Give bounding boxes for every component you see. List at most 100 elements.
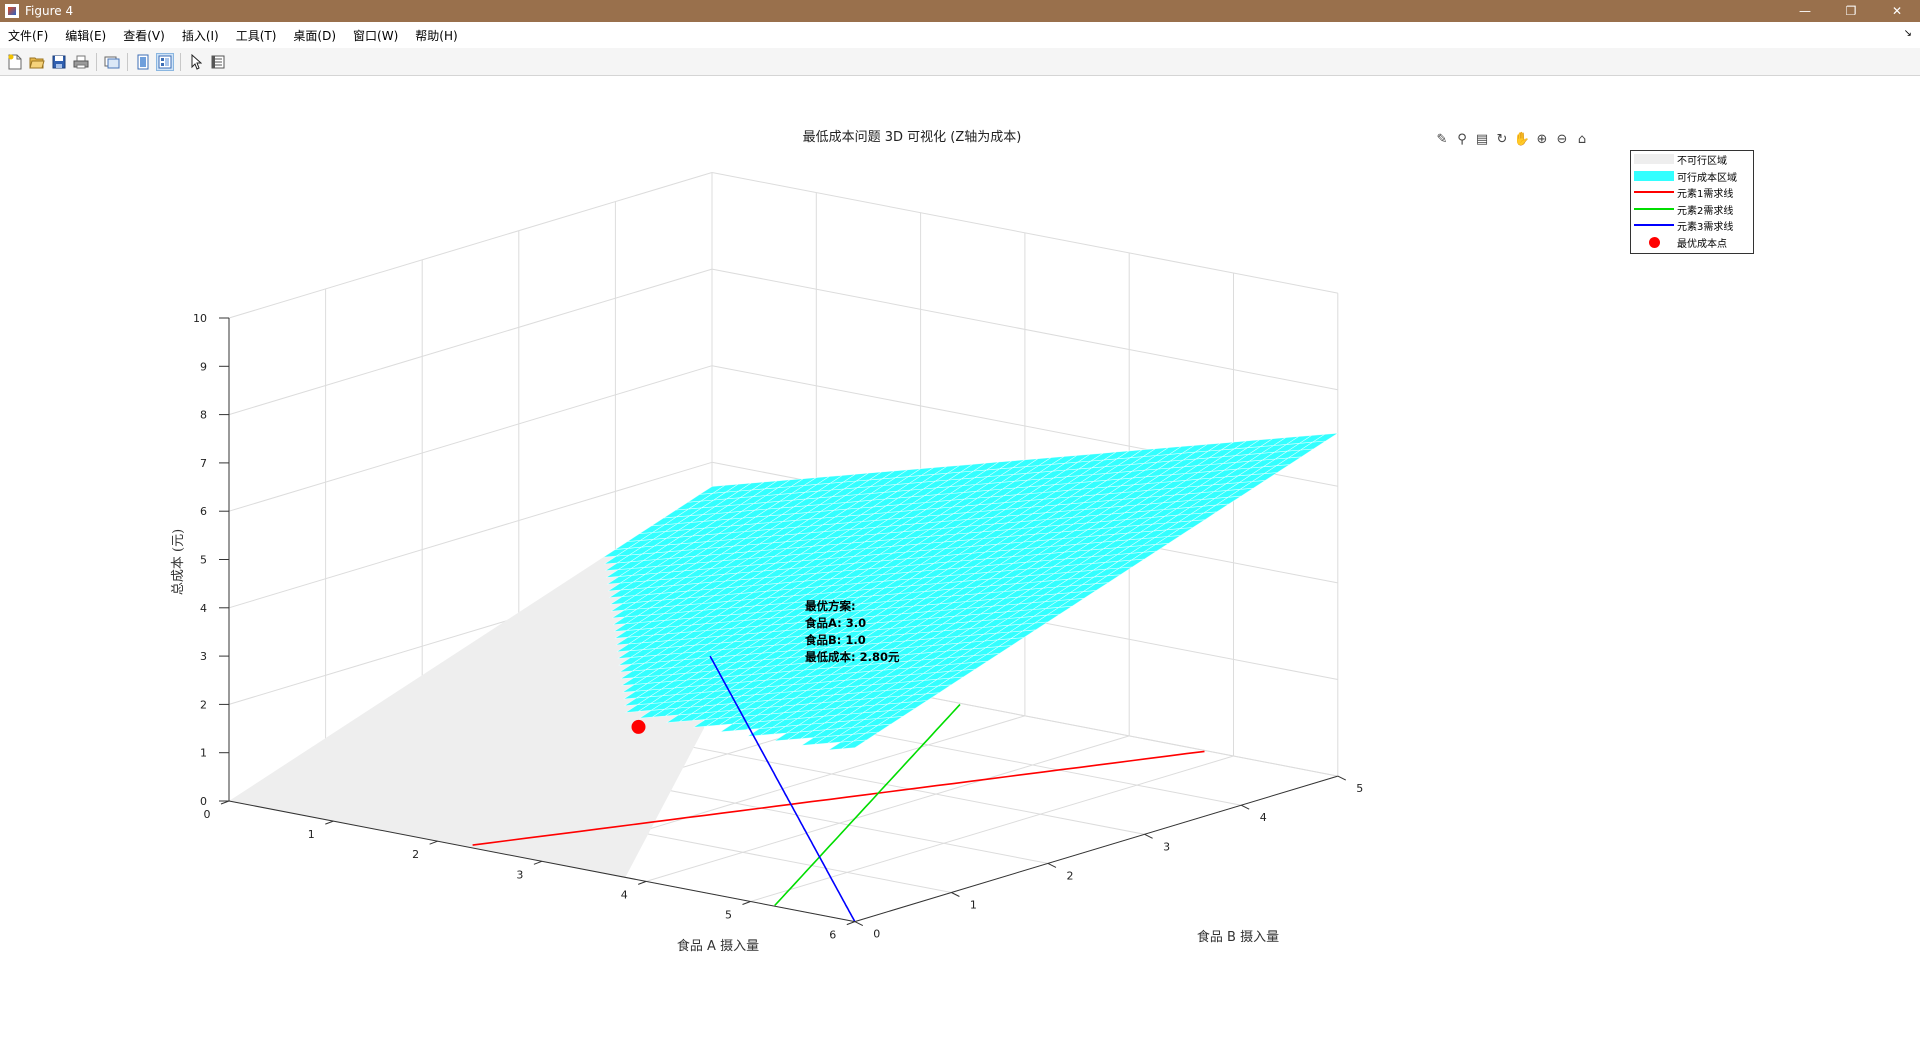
home-icon[interactable]: ⌂ [1572,131,1592,147]
wall-grid-line [228,365,713,512]
legend[interactable]: 不可行区域 可行成本区域 元素1需求线 元素2需求线 元素3需求线 最优成本点 [1630,150,1754,254]
x-tick-label: 3 [516,868,523,881]
dock-arrow-icon[interactable]: ↘ [1904,28,1912,39]
legend-swatch-optimum [1634,235,1674,249]
figure-toolbar [0,48,1920,76]
legend-label: 元素3需求线 [1677,221,1734,233]
x-tick [846,921,855,926]
feasible-surface [603,432,1338,751]
annotation-line: 食品B: 1.0 [805,633,866,647]
show-plot-tools-icon[interactable] [156,52,174,71]
minimize-button[interactable]: — [1782,0,1828,22]
x-tick [742,901,751,905]
y-tick-label: 0 [873,928,880,941]
zoom-in-icon[interactable]: ⊕ [1532,131,1552,147]
annotation-line: 最低成本: 2.80元 [805,650,900,664]
y-tick [1047,862,1057,868]
y-axis-label: 食品 B 摄入量 [1197,929,1279,945]
legend-item: 元素2需求线 [1631,202,1734,217]
y-tick-label: 4 [1260,811,1267,824]
menu-window[interactable]: 窗口(W) [345,27,407,44]
y-tick-label: 5 [1356,782,1363,795]
y-tick [854,921,864,927]
brush-icon[interactable]: ⚲ [1452,131,1472,147]
wall-grid-line [228,172,713,319]
rotate-3d-icon[interactable]: ↻ [1492,131,1512,147]
menu-edit[interactable]: 编辑(E) [57,27,115,44]
legend-item: 可行成本区域 [1631,169,1737,184]
matlab-figure-icon [5,4,19,18]
property-inspector-icon[interactable] [209,53,227,71]
z-tick-label: 7 [200,457,207,470]
legend-swatch-line1 [1634,185,1674,199]
z-tick-label: 5 [200,554,207,567]
toolbar-separator [96,52,97,71]
z-tick-label: 8 [200,409,207,422]
z-axis-label: 总成本 (元) [171,529,186,595]
chart-title: 最低成本问题 3D 可视化 (Z轴为成本) [803,130,1022,145]
y-tick-label: 2 [1067,869,1074,882]
window-title: Figure 4 [25,4,74,18]
export-icon[interactable]: ✎ [1432,131,1452,147]
close-button[interactable]: ✕ [1874,0,1920,22]
legend-item: 元素3需求线 [1631,218,1734,233]
x-tick [429,840,438,845]
y-tick [1337,775,1347,781]
legend-label: 不可行区域 [1677,155,1727,167]
menu-file[interactable]: 文件(F) [0,27,57,44]
legend-item: 最优成本点 [1631,235,1727,250]
menu-bar: 文件(F) 编辑(E) 查看(V) 插入(I) 工具(T) 桌面(D) 窗口(W… [0,22,1920,48]
axes-toolbar: ✎ ⚲ ▤ ↻ ✋ ⊕ ⊖ ⌂ [1432,131,1592,147]
x-axis-label: 食品 A 摄入量 [677,938,759,954]
edit-plot-icon[interactable] [187,53,205,71]
menu-help[interactable]: 帮助(H) [407,27,466,44]
data-tips-icon[interactable]: ▤ [1472,131,1492,147]
z-tick-label: 2 [200,698,207,711]
z-tick-label: 1 [200,747,207,760]
print-icon[interactable] [72,53,90,71]
menu-desktop[interactable]: 桌面(D) [285,27,345,44]
y-tick [951,892,960,897]
link-plot-icon[interactable] [103,53,121,71]
x-tick-label: 6 [829,929,836,942]
open-file-icon[interactable] [28,53,46,71]
zoom-out-icon[interactable]: ⊖ [1552,131,1572,147]
floor-grid-line [646,735,1130,882]
window-titlebar: Figure 4 — ❐ ✕ [0,0,1920,22]
z-tick-label: 3 [200,650,207,663]
legend-label: 可行成本区域 [1677,172,1737,184]
y-tick [1144,833,1153,839]
legend-swatch-infeasible [1634,152,1674,166]
menu-view[interactable]: 查看(V) [115,27,174,44]
y-axis-line [854,775,1338,923]
y-tick-label: 3 [1163,840,1170,853]
x-tick-label: 1 [308,828,315,841]
legend-label: 元素2需求线 [1677,205,1734,217]
x-tick-label: 5 [725,909,732,922]
legend-label: 元素1需求线 [1677,188,1734,200]
x-tick-label: 0 [204,808,211,821]
new-figure-icon[interactable] [6,53,24,71]
legend-item: 元素1需求线 [1631,185,1734,200]
plot-marks [229,432,1338,922]
x-tick [325,820,334,825]
x-tick-label: 4 [621,888,628,901]
optimum-point [631,719,646,734]
z-tick-label: 0 [200,795,207,808]
x-tick-label: 2 [412,848,419,861]
menu-insert[interactable]: 插入(I) [174,27,228,44]
legend-label: 最优成本点 [1677,238,1727,250]
save-icon[interactable] [50,53,68,71]
legend-swatch-line3 [1634,218,1674,232]
legend-swatch-feasible [1634,169,1674,183]
pan-icon[interactable]: ✋ [1512,131,1532,147]
hide-plot-tools-icon[interactable] [134,53,152,71]
legend-item: 不可行区域 [1631,152,1727,167]
y-tick [1240,804,1250,810]
y-tick-label: 1 [970,899,977,912]
z-tick-label: 6 [200,505,207,518]
restore-button[interactable]: ❐ [1828,0,1874,22]
z-tick-label: 10 [193,312,207,325]
menu-tools[interactable]: 工具(T) [228,27,286,44]
legend-swatch-line2 [1634,202,1674,216]
